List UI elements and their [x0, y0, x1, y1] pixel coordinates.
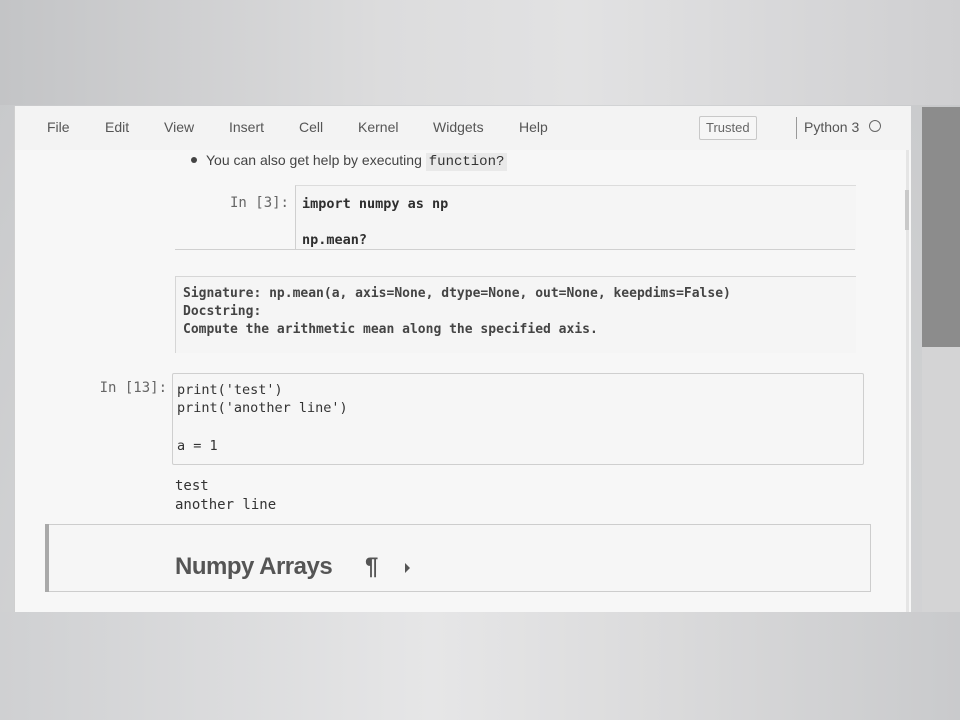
markdown-bullet: You can also get help by executing funct… [191, 152, 508, 171]
inline-code: function? [425, 153, 508, 171]
code-line: a = 1 [177, 438, 218, 454]
menu-file[interactable]: File [47, 119, 70, 135]
scrollbar-thumb[interactable] [905, 190, 909, 230]
mouse-cursor-icon [405, 563, 410, 573]
code-line: print('another line') [177, 400, 348, 416]
code-line: print('test') [177, 382, 283, 398]
selected-cell-indicator [45, 524, 49, 592]
menubar-separator [796, 117, 797, 139]
markdown-cell[interactable] [45, 524, 871, 592]
bullet-icon [191, 157, 197, 163]
code-line: np.mean? [302, 232, 368, 248]
menu-edit[interactable]: Edit [105, 119, 129, 135]
pager-docstring: Compute the arithmetic mean along the sp… [183, 322, 598, 337]
jupyter-window: File Edit View Insert Cell Kernel Widget… [14, 106, 911, 612]
menubar: File Edit View Insert Cell Kernel Widget… [15, 106, 911, 151]
cell-divider [175, 249, 855, 250]
code-line: import numpy as np [302, 196, 449, 212]
background-top [0, 0, 960, 105]
kernel-name[interactable]: Python 3 [804, 119, 859, 135]
section-heading: Numpy Arrays [175, 553, 333, 580]
cell-output-line: another line [175, 497, 277, 513]
pager-signature: Signature: np.mean(a, axis=None, dtype=N… [183, 286, 731, 301]
background-panel-lower [922, 347, 960, 612]
menu-view[interactable]: View [164, 119, 194, 135]
pager-docstring-label: Docstring: [183, 304, 262, 319]
background-bottom [0, 612, 960, 720]
bullet-text: You can also get help by executing [206, 152, 426, 168]
code-cell-13-input[interactable]: print('test') print('another line') a = … [172, 373, 864, 465]
notebook-container: You can also get help by executing funct… [15, 150, 911, 612]
menu-insert[interactable]: Insert [229, 119, 264, 135]
input-prompt-3: In [3]: [229, 195, 289, 211]
menu-help[interactable]: Help [519, 119, 548, 135]
menu-kernel[interactable]: Kernel [358, 119, 398, 135]
heading-anchor-link[interactable]: ¶ [365, 553, 378, 581]
cell-output-line: test [175, 478, 209, 494]
menu-widgets[interactable]: Widgets [433, 119, 484, 135]
input-prompt-13: In [13]: [99, 380, 167, 396]
code-cell-3-input[interactable]: import numpy as np np.mean? [295, 185, 856, 250]
kernel-idle-icon [869, 120, 881, 132]
help-pager: Signature: np.mean(a, axis=None, dtype=N… [175, 276, 856, 353]
trusted-indicator[interactable]: Trusted [699, 116, 757, 140]
background-panel [922, 107, 960, 347]
menu-cell[interactable]: Cell [299, 119, 323, 135]
